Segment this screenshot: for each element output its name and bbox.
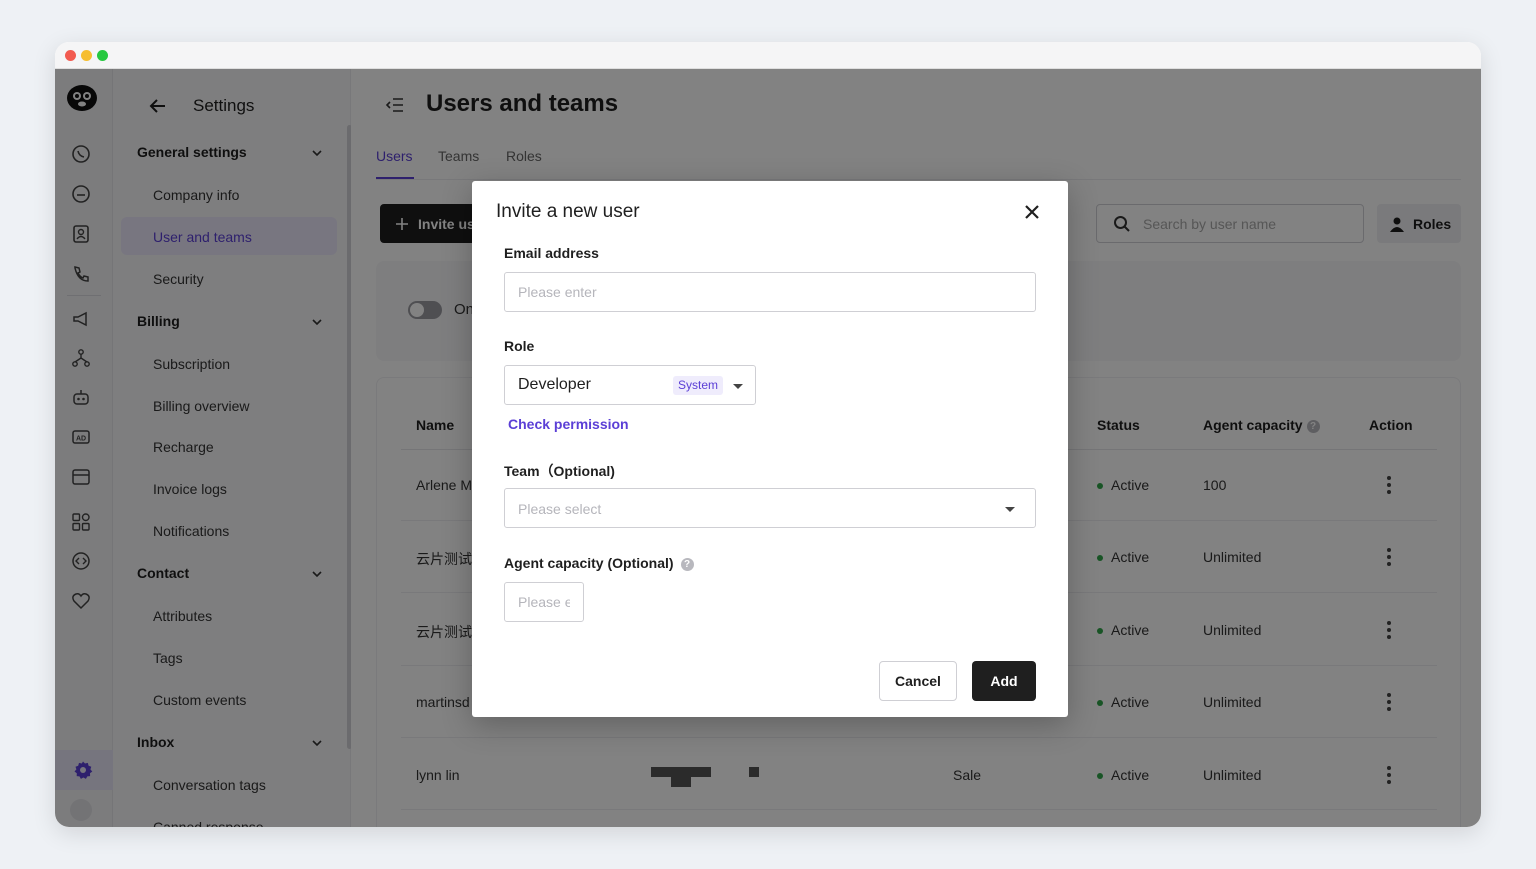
agent-capacity-label: Agent capacity (Optional)? [504, 555, 694, 571]
help-icon[interactable]: ? [680, 557, 694, 571]
dialog-title: Invite a new user [496, 201, 640, 222]
agent-capacity-field[interactable] [504, 582, 584, 622]
role-value: Developer [518, 376, 591, 393]
dropdown-caret-icon [1005, 507, 1015, 512]
close-icon[interactable] [1021, 201, 1043, 223]
team-placeholder: Please select [518, 501, 602, 517]
maximize-window-button[interactable] [97, 50, 108, 61]
email-label: Email address [504, 245, 599, 261]
agent-capacity-label-text: Agent capacity (Optional) [504, 555, 674, 571]
team-select[interactable]: Please select [504, 488, 1036, 528]
add-button[interactable]: Add [972, 661, 1036, 701]
role-select[interactable]: Developer System [504, 365, 756, 405]
check-permission-link[interactable]: Check permission [508, 416, 629, 432]
dropdown-caret-icon [733, 384, 743, 389]
window-titlebar [55, 42, 1481, 69]
minimize-window-button[interactable] [81, 50, 92, 61]
email-field[interactable] [504, 272, 1036, 312]
role-label: Role [504, 338, 535, 354]
team-label: Team（Optional) [504, 463, 615, 479]
cancel-button[interactable]: Cancel [879, 661, 957, 701]
system-badge: System [673, 376, 724, 395]
invite-user-dialog: Invite a new user Email address Role Dev… [472, 181, 1068, 717]
close-window-button[interactable] [65, 50, 76, 61]
